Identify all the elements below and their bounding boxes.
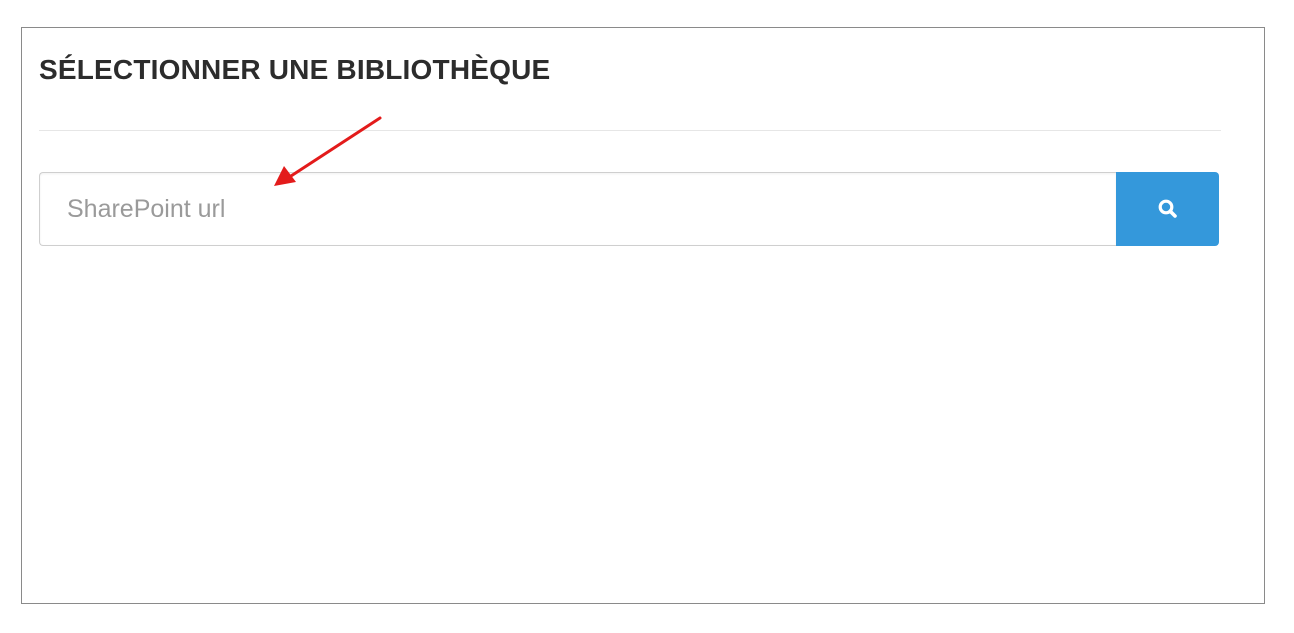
search-icon xyxy=(1158,199,1177,218)
sharepoint-url-input[interactable] xyxy=(39,172,1116,246)
search-button[interactable] xyxy=(1116,172,1219,246)
title-divider xyxy=(39,130,1221,131)
search-group xyxy=(39,172,1219,246)
panel-title: SÉLECTIONNER UNE BIBLIOTHÈQUE xyxy=(39,54,551,85)
library-selector-panel: SÉLECTIONNER UNE BIBLIOTHÈQUE xyxy=(21,27,1265,604)
